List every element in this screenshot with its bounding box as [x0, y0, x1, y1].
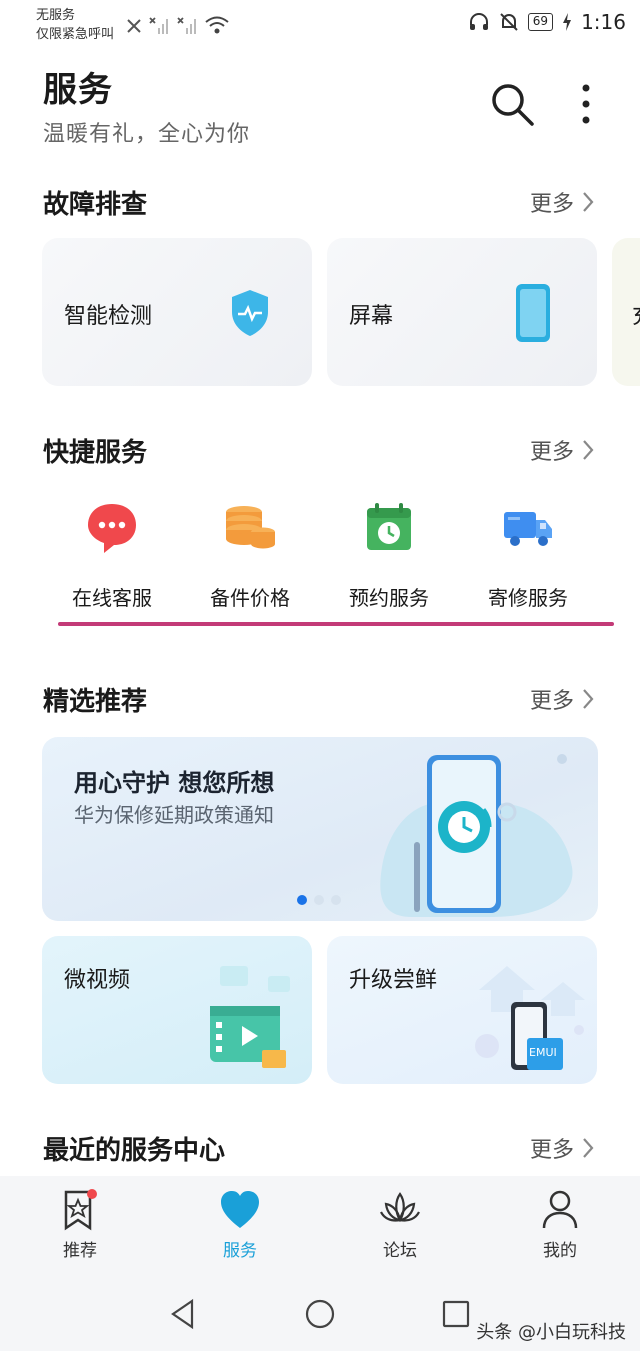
quick-services-title: 快捷服务 — [43, 438, 148, 468]
network-status: 无服务 仅限紧急呼叫 — [36, 6, 114, 44]
featured-title: 精选推荐 — [43, 687, 148, 717]
nav-me-label: 我的 — [543, 1241, 577, 1261]
charging-card[interactable]: 充 — [612, 238, 640, 386]
banner-subtitle: 华为保修延期政策通知 — [74, 803, 274, 827]
promo-banner[interactable]: 用心守护 想您所想 华为保修延期政策通知 — [42, 737, 598, 921]
status-bar: 无服务 仅限紧急呼叫 69 1:16 — [0, 0, 640, 52]
nearby-centers-title: 最近的服务中心 — [43, 1136, 226, 1166]
search-icon[interactable] — [488, 80, 536, 128]
page-subtitle: 温暖有礼，全心为你 — [43, 122, 251, 147]
watermark-text: 头条 @小白玩科技 — [476, 1322, 626, 1343]
no-service-text: 无服务 — [36, 8, 76, 23]
more-options-icon[interactable] — [570, 80, 602, 128]
emui-phone-icon — [475, 966, 585, 1070]
chevron-right-icon — [583, 440, 594, 460]
smart-detect-card[interactable]: 智能检测 — [42, 238, 312, 386]
nav-service-label: 服务 — [223, 1241, 257, 1261]
card-label: 屏幕 — [349, 304, 394, 329]
delivery-truck-icon — [504, 512, 552, 546]
more-label: 更多 — [529, 689, 574, 714]
bookmark-star-icon — [64, 1189, 97, 1231]
chevron-right-icon — [583, 1138, 594, 1158]
appointment-service-label: 预约服务 — [349, 586, 429, 610]
mute-bell-icon — [500, 13, 518, 31]
charging-icon — [563, 13, 572, 31]
card-label: 充 — [632, 298, 640, 330]
emergency-only-text: 仅限紧急呼叫 — [36, 27, 115, 42]
quick-services-more-link[interactable]: 更多 — [530, 434, 596, 466]
emui-badge: EMUI — [529, 1046, 557, 1059]
more-label: 更多 — [529, 192, 574, 217]
carousel-dot-active[interactable] — [297, 895, 307, 905]
featured-more-link[interactable]: 更多 — [530, 683, 596, 715]
battery-level: 69 — [527, 13, 554, 31]
status-right: 69 1:16 — [468, 10, 626, 34]
heart-icon — [221, 1191, 259, 1228]
nav-me[interactable]: 我的 — [510, 1188, 610, 1261]
mail-repair-item[interactable]: 寄修服务 — [468, 500, 588, 611]
upgrade-trial-label: 升级尝鲜 — [349, 968, 438, 993]
micro-video-label: 微视频 — [64, 968, 131, 993]
chevron-right-icon — [583, 192, 594, 212]
clock: 1:16 — [581, 10, 626, 34]
carousel-dot[interactable] — [314, 895, 324, 905]
person-icon — [542, 1190, 578, 1229]
online-service-label: 在线客服 — [72, 586, 152, 610]
lotus-icon — [380, 1192, 420, 1223]
troubleshoot-more-link[interactable]: 更多 — [530, 186, 596, 218]
signal-x-icon — [149, 17, 168, 34]
bottom-navigation: 推荐 服务 论坛 我的 — [0, 1176, 640, 1274]
troubleshoot-title: 故障排查 — [43, 190, 148, 220]
video-icon — [210, 966, 290, 1068]
page-title: 服务 — [43, 70, 113, 110]
recent-apps-icon[interactable] — [441, 1299, 471, 1329]
more-label: 更多 — [529, 440, 574, 465]
coins-icon — [226, 506, 275, 549]
highlight-underline — [58, 622, 614, 626]
nearby-centers-more-link[interactable]: 更多 — [530, 1132, 596, 1164]
spare-parts-price-label: 备件价格 — [210, 586, 290, 610]
more-label: 更多 — [529, 1138, 574, 1163]
no-call-icon — [127, 19, 141, 33]
upgrade-trial-card[interactable]: 升级尝鲜 EMUI — [327, 936, 597, 1084]
mail-repair-label: 寄修服务 — [488, 586, 568, 610]
carousel-dot[interactable] — [331, 895, 341, 905]
shield-icon — [232, 290, 268, 336]
warranty-phone-illustration — [380, 754, 573, 917]
phone-screen-icon — [516, 284, 550, 342]
wifi-icon — [205, 16, 229, 34]
home-icon[interactable] — [304, 1298, 336, 1330]
online-service-item[interactable]: 在线客服 — [52, 500, 172, 611]
nav-recommend[interactable]: 推荐 — [30, 1188, 130, 1261]
nav-forum[interactable]: 论坛 — [350, 1188, 450, 1261]
nav-service[interactable]: 服务 — [190, 1188, 290, 1261]
signal-icons — [124, 14, 230, 36]
back-icon[interactable] — [168, 1298, 198, 1330]
micro-video-card[interactable]: 微视频 — [42, 936, 312, 1084]
nav-forum-label: 论坛 — [383, 1241, 417, 1261]
spare-parts-price-item[interactable]: 备件价格 — [190, 500, 310, 611]
appointment-service-item[interactable]: 预约服务 — [329, 500, 449, 611]
chat-bubble-icon — [88, 504, 136, 553]
nav-recommend-label: 推荐 — [63, 1241, 97, 1261]
banner-title: 用心守护 想您所想 — [74, 769, 275, 797]
headphones-icon — [469, 13, 488, 30]
chevron-right-icon — [583, 689, 594, 709]
screen-card[interactable]: 屏幕 — [327, 238, 597, 386]
signal-x-icon-2 — [177, 17, 196, 34]
calendar-clock-icon — [367, 503, 411, 550]
card-label: 智能检测 — [64, 304, 153, 329]
